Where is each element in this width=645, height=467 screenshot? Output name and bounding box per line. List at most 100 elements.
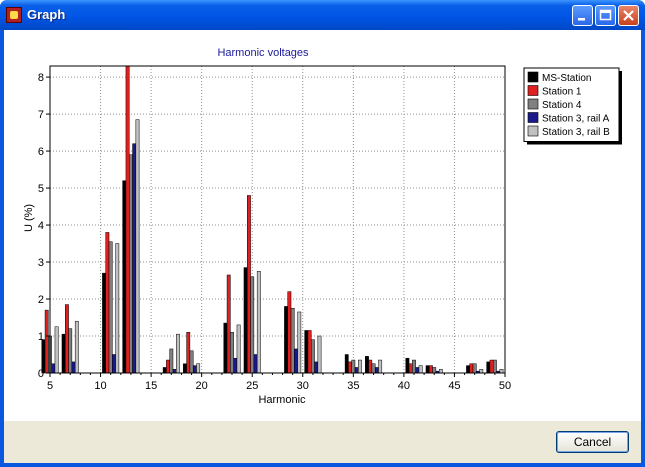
bar	[469, 363, 474, 374]
bar	[415, 367, 420, 374]
bar	[132, 143, 137, 374]
minimize-icon	[578, 18, 585, 21]
x-tick-label: 45	[448, 380, 460, 392]
maximize-button[interactable]	[595, 5, 616, 26]
bar	[112, 354, 116, 374]
plot-panel: Harmonic voltages 5 10 15 20 25 30 35 40 45 50 0 1 2…	[4, 30, 641, 421]
y-tick-label: 8	[38, 72, 44, 84]
y-tick-label: 0	[38, 368, 44, 380]
graph-window: Graph Harmonic voltages 5 10 15 20 25 30 35 40 4…	[0, 0, 645, 467]
bar	[405, 357, 410, 374]
maximize-icon	[599, 9, 612, 21]
y-tick-label: 3	[38, 257, 44, 269]
bar	[51, 363, 56, 374]
bar	[253, 354, 258, 374]
bar	[54, 326, 59, 374]
bar	[125, 65, 130, 374]
minimize-button[interactable]	[572, 5, 593, 26]
harmonic-chart: Harmonic voltages 5 10 15 20 25 30 35 40 45 50012…	[23, 47, 622, 406]
bar	[371, 363, 376, 374]
chart-title: Harmonic voltages	[217, 47, 309, 59]
legend-label: Station 1	[542, 87, 582, 98]
bar	[74, 320, 79, 374]
bar	[429, 365, 433, 374]
bar	[378, 359, 383, 374]
y-axis-label: U (%)	[23, 204, 35, 232]
bar	[108, 241, 113, 374]
bar	[247, 195, 251, 374]
bar	[294, 348, 298, 374]
bar	[256, 271, 261, 374]
legend-label: Station 3, rail B	[542, 127, 610, 138]
bar	[68, 328, 73, 374]
legend-swatch	[527, 71, 539, 83]
bar	[250, 276, 255, 374]
bar	[196, 363, 201, 374]
bar	[351, 359, 356, 374]
bar	[374, 367, 379, 374]
x-tick-label: 20	[196, 380, 208, 392]
dialog-client-area: Harmonic voltages 5 10 15 20 25 30 35 40 45 50 0 1 2…	[4, 30, 641, 463]
bar	[412, 359, 416, 374]
bar	[432, 367, 437, 374]
bar	[192, 365, 197, 374]
bar	[479, 369, 484, 374]
bar	[472, 363, 477, 374]
app-icon	[6, 7, 22, 23]
legend-swatch	[527, 112, 539, 123]
bar	[233, 357, 238, 374]
legend: MS-Station Station 1 Station 4 Station 3, r…	[523, 67, 622, 145]
x-tick-label: 10	[94, 380, 106, 392]
bar	[226, 274, 231, 374]
y-tick-label: 6	[38, 146, 44, 158]
bar	[169, 348, 174, 374]
window-bottom-border	[0, 463, 645, 467]
bar	[438, 369, 443, 374]
legend-swatch	[527, 125, 539, 137]
x-tick-label: 5	[47, 380, 53, 392]
bar	[354, 367, 359, 374]
bar	[122, 180, 127, 374]
bar	[223, 322, 228, 374]
bar	[162, 367, 167, 374]
title-bar[interactable]: Graph	[0, 0, 645, 30]
bar	[135, 119, 140, 374]
window-title: Graph	[27, 7, 66, 22]
bar	[287, 291, 292, 374]
legend-label: Station 4	[542, 100, 582, 111]
x-tick-label: 30	[297, 380, 309, 392]
bar	[368, 359, 373, 374]
bar	[314, 361, 319, 374]
legend-swatch	[527, 98, 539, 110]
bar	[408, 363, 413, 374]
bar	[105, 232, 110, 374]
legend-swatch	[527, 85, 539, 96]
x-tick-label: 15	[145, 380, 157, 392]
bar	[310, 339, 315, 374]
y-tick-label: 4	[38, 220, 44, 232]
y-tick-label: 2	[38, 294, 44, 306]
bar	[186, 332, 191, 374]
x-tick-label: 50	[499, 380, 511, 392]
close-button[interactable]	[618, 5, 639, 26]
button-bar: Cancel	[4, 421, 641, 463]
bar	[486, 361, 491, 374]
cancel-button[interactable]: Cancel	[556, 431, 629, 453]
bar	[236, 324, 241, 374]
bar	[284, 306, 288, 374]
y-tick-label: 1	[38, 331, 44, 343]
bar	[44, 309, 49, 374]
bar	[297, 311, 302, 374]
bar	[425, 365, 430, 374]
bar	[307, 330, 312, 374]
bar	[466, 365, 470, 374]
bar	[348, 361, 352, 374]
bar	[243, 267, 248, 374]
y-tick-label: 5	[38, 183, 44, 195]
bar	[290, 308, 295, 374]
bar	[344, 354, 349, 374]
bar	[304, 330, 309, 374]
bar	[176, 333, 180, 374]
close-icon	[623, 10, 634, 21]
x-tick-label: 25	[246, 380, 258, 392]
